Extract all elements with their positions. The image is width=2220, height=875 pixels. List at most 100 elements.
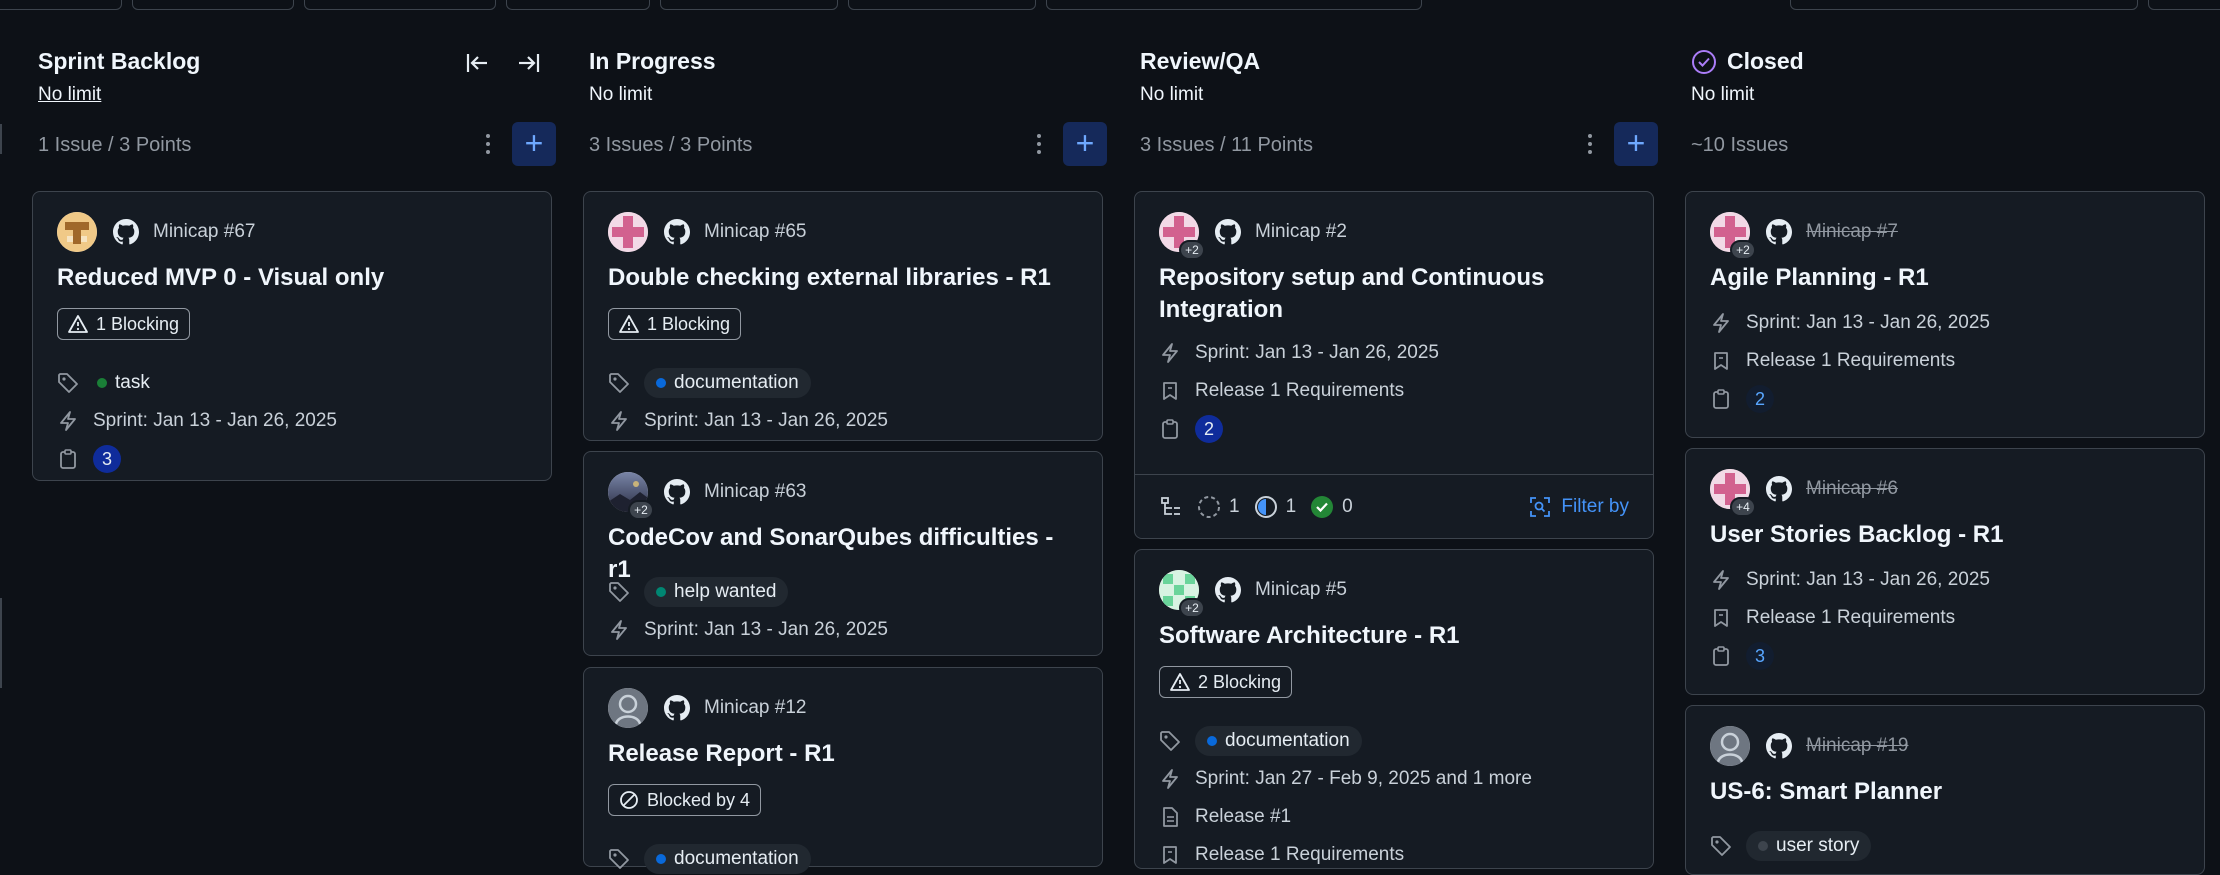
issue-title[interactable]: Release Report - R1 <box>608 738 1082 770</box>
collapse-right-icon[interactable] <box>514 48 544 78</box>
filter-by-button[interactable]: Filter by <box>1529 496 1629 518</box>
label-dot <box>656 587 666 597</box>
sprint-row: Sprint: Jan 13 - Jan 26, 2025 <box>608 406 888 436</box>
labels-row: task <box>57 368 162 398</box>
issue-card[interactable]: Minicap #12 Release Report - R1 Blocked … <box>583 667 1103 874</box>
label-text: help wanted <box>674 581 777 602</box>
add-item-button[interactable]: + <box>512 122 556 166</box>
label-dot <box>656 378 666 388</box>
label-task[interactable]: task <box>93 368 162 398</box>
column-title: Sprint Backlog <box>38 48 200 75</box>
issue-card[interactable]: +2 Minicap #7 Agile Planning - R1 Sprint… <box>1685 191 2205 438</box>
blocked-by-badge[interactable]: Blocked by 4 <box>608 784 762 816</box>
check-circle-icon <box>1311 495 1334 518</box>
issue-title[interactable]: Agile Planning - R1 <box>1710 262 2184 294</box>
sprint-text[interactable]: Sprint: Jan 13 - Jan 26, 2025 <box>644 410 888 432</box>
estimate-pill[interactable]: 2 <box>1195 415 1223 443</box>
issue-ref[interactable]: Minicap #67 <box>153 221 255 243</box>
labels-row: documentation <box>608 844 811 874</box>
toolbar-button[interactable] <box>506 0 650 10</box>
toolbar-button[interactable] <box>304 0 496 10</box>
milestone-text[interactable]: Release 1 Requirements <box>1746 350 1955 372</box>
column-limit-link[interactable]: No limit <box>38 84 101 106</box>
label-dot <box>1207 736 1217 746</box>
tag-icon <box>609 582 629 602</box>
milestone-text[interactable]: Release 1 Requirements <box>1746 607 1955 629</box>
issue-title[interactable]: Double checking external libraries - R1 <box>608 262 1082 294</box>
avatar <box>608 212 648 252</box>
column-menu-icon[interactable] <box>1580 130 1600 158</box>
column-menu-icon[interactable] <box>478 130 498 158</box>
issue-card[interactable]: +2 Minicap #2 Repository setup and Conti… <box>1134 191 1654 539</box>
add-item-button[interactable]: + <box>1063 122 1107 166</box>
toolbar-button[interactable] <box>660 0 838 10</box>
hierarchy-icon <box>1161 496 1180 515</box>
issue-ref[interactable]: Minicap #65 <box>704 221 806 243</box>
toolbar-search[interactable] <box>1790 0 2138 10</box>
estimate-pill[interactable]: 2 <box>1746 385 1774 413</box>
issue-title[interactable]: User Stories Backlog - R1 <box>1710 519 2184 551</box>
issue-card[interactable]: Minicap #65 Double checking external lib… <box>583 191 1103 441</box>
blocking-text: 2 Blocking <box>1198 671 1282 692</box>
sprint-text[interactable]: Sprint: Jan 13 - Jan 26, 2025 <box>644 619 888 641</box>
release-text[interactable]: Release #1 <box>1195 806 1291 828</box>
sprint-text[interactable]: Sprint: Jan 13 - Jan 26, 2025 <box>93 410 337 432</box>
tag-icon <box>609 849 629 869</box>
issue-ref[interactable]: Minicap #6 <box>1806 478 1898 500</box>
toolbar-button[interactable] <box>132 0 294 10</box>
column-title-text: Review/QA <box>1140 48 1261 74</box>
milestone-text[interactable]: Release 1 Requirements <box>1195 380 1404 402</box>
toolbar-button[interactable] <box>848 0 1036 10</box>
label-documentation[interactable]: documentation <box>644 844 811 874</box>
toolbar-button[interactable] <box>1046 0 1422 10</box>
issue-ref[interactable]: Minicap #12 <box>704 697 806 719</box>
label-documentation[interactable]: documentation <box>644 368 811 398</box>
in-progress-count: 1 <box>1285 495 1297 517</box>
column-header: Sprint Backlog No limit 1 Issue / 3 Poin… <box>32 28 556 178</box>
issue-card[interactable]: +4 Minicap #6 User Stories Backlog - R1 … <box>1685 448 2205 695</box>
issue-title[interactable]: Reduced MVP 0 - Visual only <box>57 262 531 294</box>
points-row: 2 <box>1710 384 1774 414</box>
issue-ref[interactable]: Minicap #5 <box>1255 579 1347 601</box>
issue-title[interactable]: Repository setup and Continuous Integrat… <box>1159 262 1633 326</box>
blocking-badge[interactable]: 1 Blocking <box>57 308 191 340</box>
issue-title[interactable]: Software Architecture - R1 <box>1159 620 1633 652</box>
label-documentation[interactable]: documentation <box>1195 726 1362 756</box>
estimate-pill[interactable]: 3 <box>1746 642 1774 670</box>
column-menu-icon[interactable] <box>1029 130 1049 158</box>
issue-card[interactable]: Minicap #67 Reduced MVP 0 - Visual only … <box>32 191 552 481</box>
issue-ref[interactable]: Minicap #2 <box>1255 221 1347 243</box>
sprint-text[interactable]: Sprint: Jan 13 - Jan 26, 2025 <box>1746 569 1990 591</box>
estimate-pill[interactable]: 3 <box>93 445 121 473</box>
blocking-badge[interactable]: 1 Blocking <box>608 308 742 340</box>
label-dot <box>656 854 666 864</box>
sub-issue-done[interactable]: 0 <box>1310 495 1353 519</box>
blocking-badge[interactable]: 2 Blocking <box>1159 666 1293 698</box>
labels-row: documentation <box>608 368 811 398</box>
issue-card[interactable]: +2 Minicap #5 Software Architecture - R1… <box>1134 549 1654 869</box>
avatar: +2 <box>1710 212 1756 260</box>
avatar <box>1710 726 1750 766</box>
sprint-row: Sprint: Jan 13 - Jan 26, 2025 <box>1159 338 1439 368</box>
column-count: ~10 Issues <box>1691 134 1789 156</box>
issue-title[interactable]: US-6: Smart Planner <box>1710 776 2184 808</box>
sprint-text[interactable]: Sprint: Jan 13 - Jan 26, 2025 <box>1195 342 1439 364</box>
issue-ref[interactable]: Minicap #63 <box>704 481 806 503</box>
file-icon <box>1163 807 1178 827</box>
milestone-text[interactable]: Release 1 Requirements <box>1195 844 1404 866</box>
issue-ref[interactable]: Minicap #19 <box>1806 735 1908 757</box>
toolbar-button[interactable] <box>0 0 122 10</box>
milestone-row: Release 1 Requirements <box>1710 346 1955 376</box>
label-user-story[interactable]: user story <box>1746 831 1872 861</box>
avatar: +2 <box>1159 570 1205 618</box>
sprint-text[interactable]: Sprint: Jan 13 - Jan 26, 2025 <box>1746 312 1990 334</box>
sub-issue-in-progress[interactable]: 1 <box>1254 495 1297 519</box>
label-help-wanted[interactable]: help wanted <box>644 577 789 607</box>
sprint-text[interactable]: Sprint: Jan 27 - Feb 9, 2025 and 1 more <box>1195 768 1532 790</box>
sub-issue-todo[interactable]: 1 <box>1197 495 1240 519</box>
add-item-button[interactable]: + <box>1614 122 1658 166</box>
issue-ref[interactable]: Minicap #7 <box>1806 221 1898 243</box>
collapse-left-icon[interactable] <box>462 48 492 78</box>
issue-card[interactable]: +2 Minicap #63 CodeCov and SonarQubes di… <box>583 451 1103 656</box>
toolbar-button[interactable] <box>2148 0 2220 10</box>
